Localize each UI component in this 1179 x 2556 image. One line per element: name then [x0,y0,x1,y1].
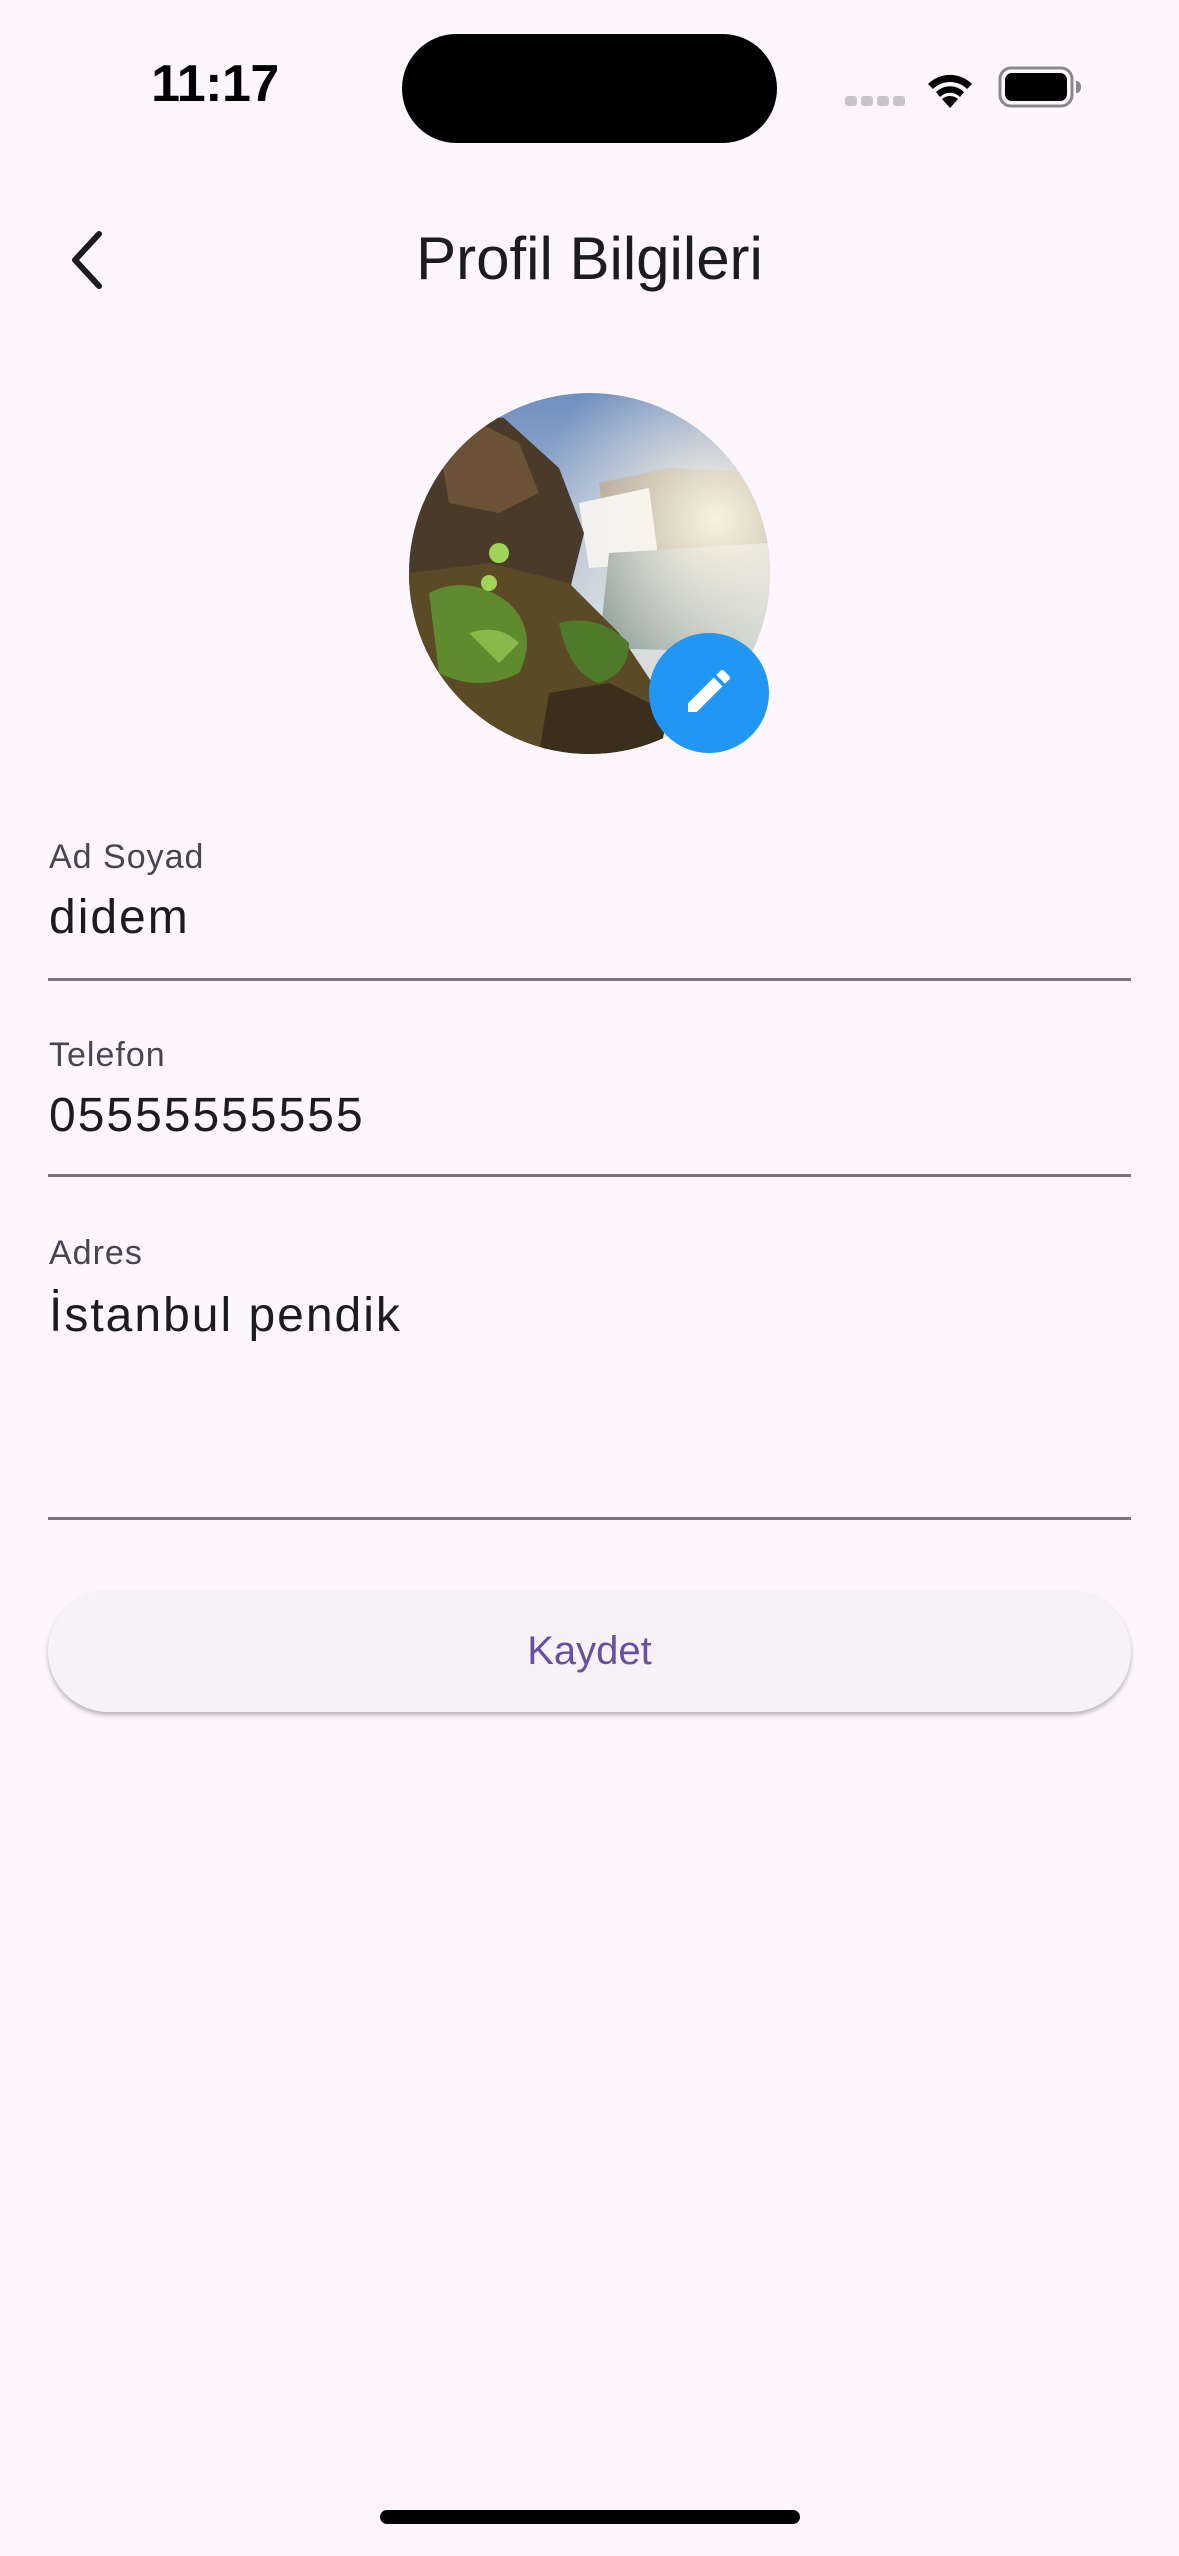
pencil-icon [681,663,737,723]
page-title: Profil Bilgileri [416,225,763,292]
address-label: Adres [49,1234,143,1272]
signal-icon [845,96,905,108]
phone-label: Telefon [49,1036,166,1074]
dynamic-island [402,34,777,143]
save-button[interactable]: Kaydet [48,1591,1131,1712]
name-underline [48,978,1131,981]
status-time: 11:17 [151,55,279,113]
phone-underline [48,1174,1131,1177]
battery-icon [998,66,1082,108]
phone-field[interactable]: Telefon [48,1036,1131,1181]
phone-input[interactable] [49,1088,1129,1143]
avatar-container [409,393,770,754]
home-indicator[interactable] [380,2510,800,2524]
address-field[interactable]: Adres İstanbul pendik [48,1234,1131,1524]
name-input[interactable] [49,890,1129,945]
name-label: Ad Soyad [49,838,205,876]
wifi-icon [922,66,978,110]
edit-avatar-button[interactable] [649,633,769,753]
address-input[interactable]: İstanbul pendik [49,1288,1129,1343]
address-underline [48,1517,1131,1520]
status-bar: 11:17 [0,0,1179,170]
app-header: Profil Bilgileri [0,200,1179,324]
name-field[interactable]: Ad Soyad [48,838,1131,983]
